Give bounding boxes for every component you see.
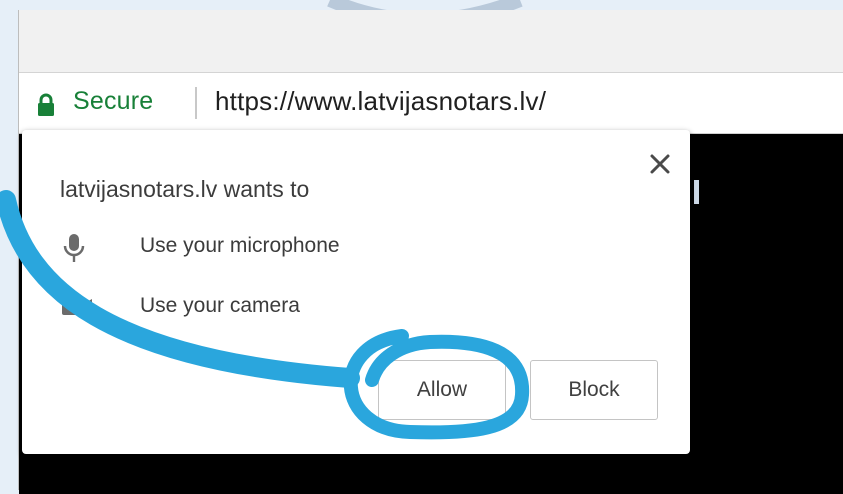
secure-label[interactable]: Secure (73, 87, 153, 116)
block-button[interactable]: Block (530, 360, 658, 420)
address-bar[interactable]: Secure https://www.latvijasnotars.lv/ (19, 73, 843, 134)
permission-prompt: latvijasnotars.lv wants to Use your micr… (22, 130, 690, 454)
permission-label-camera: Use your camera (140, 294, 300, 317)
close-button[interactable] (646, 150, 674, 178)
permission-row-camera: Use your camera (60, 290, 560, 324)
permission-label-microphone: Use your microphone (140, 234, 340, 257)
permission-row-microphone: Use your microphone (60, 230, 560, 264)
lock-icon[interactable] (36, 93, 56, 117)
prompt-title: latvijasnotars.lv wants to (60, 176, 310, 202)
close-icon (650, 154, 670, 174)
content-fragment (694, 180, 699, 204)
url-text[interactable]: https://www.latvijasnotars.lv/ (215, 86, 546, 117)
microphone-icon (63, 234, 85, 262)
browser-title-bar (19, 10, 843, 73)
address-separator (195, 87, 197, 119)
allow-button[interactable]: Allow (378, 360, 506, 420)
camera-icon (62, 299, 92, 315)
